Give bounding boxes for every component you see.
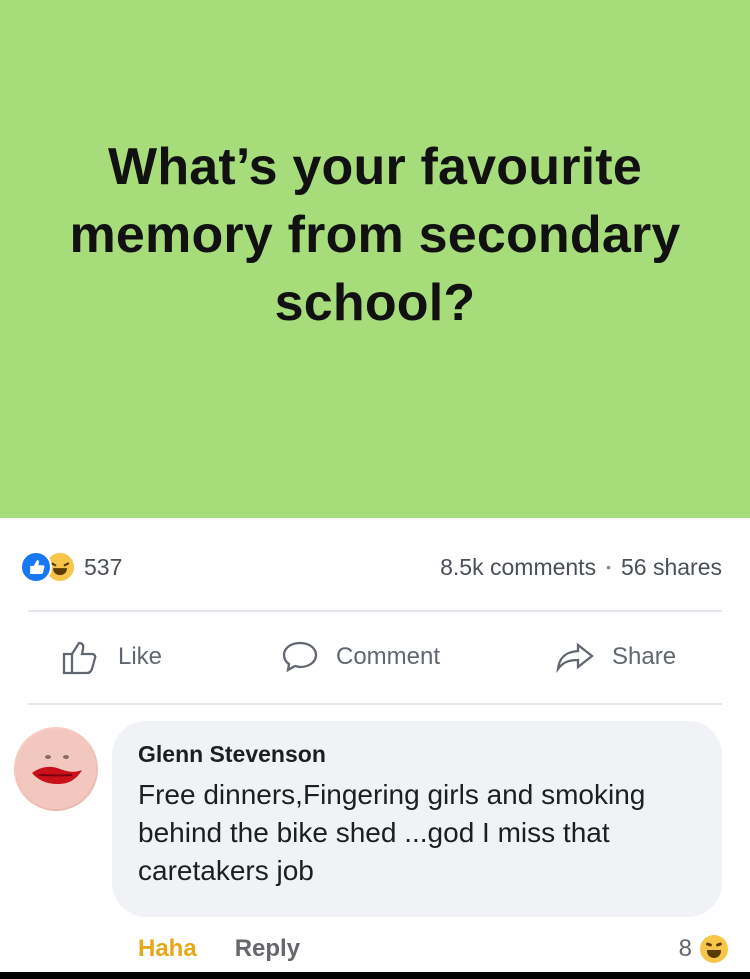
like-reaction-icon (20, 551, 52, 583)
reply-link[interactable]: Reply (235, 935, 300, 963)
share-label: Share (612, 643, 677, 670)
comment-bubble: Glenn Stevenson Free dinners,Fingering g… (112, 721, 722, 917)
avatar[interactable] (14, 727, 98, 811)
divider-bottom (28, 703, 722, 705)
comment-text: Free dinners,Fingering girls and smoking… (138, 779, 646, 886)
comment-author[interactable]: Glenn Stevenson (138, 741, 696, 768)
haha-reaction-link[interactable]: Haha (138, 935, 197, 963)
comment-actions: Haha Reply (138, 935, 300, 963)
engagement-counts: 8.5k comments • 56 shares (440, 554, 722, 581)
reaction-icons (12, 545, 84, 589)
comment-reaction-count: 8 (678, 935, 692, 962)
comments-count[interactable]: 8.5k comments (440, 554, 596, 581)
separator-dot: • (606, 559, 611, 575)
like-button[interactable]: Like (60, 637, 162, 677)
like-label: Like (118, 643, 163, 670)
post-stats-bar: 537 8.5k comments • 56 shares (0, 540, 750, 594)
comment-label: Comment (336, 643, 441, 670)
post-action-bar: Like Comment Share (0, 612, 750, 702)
comment: Glenn Stevenson Free dinners,Fingering g… (0, 715, 750, 965)
shares-count[interactable]: 56 shares (621, 554, 722, 581)
haha-icon (700, 935, 728, 963)
share-arrow-icon (556, 642, 594, 674)
comment-reaction-summary[interactable]: 8 (679, 935, 728, 963)
post-reactions[interactable]: 537 (12, 545, 122, 589)
comment-button[interactable]: Comment (278, 637, 440, 677)
share-button[interactable]: Share (554, 637, 676, 677)
bottom-border (0, 972, 750, 979)
post-banner: What’s your favourite memory from second… (0, 0, 750, 518)
thumbs-up-icon (62, 641, 97, 675)
post-question: What’s your favourite memory from second… (69, 138, 681, 332)
speech-bubble-icon (282, 641, 318, 673)
reaction-count: 537 (84, 553, 123, 580)
